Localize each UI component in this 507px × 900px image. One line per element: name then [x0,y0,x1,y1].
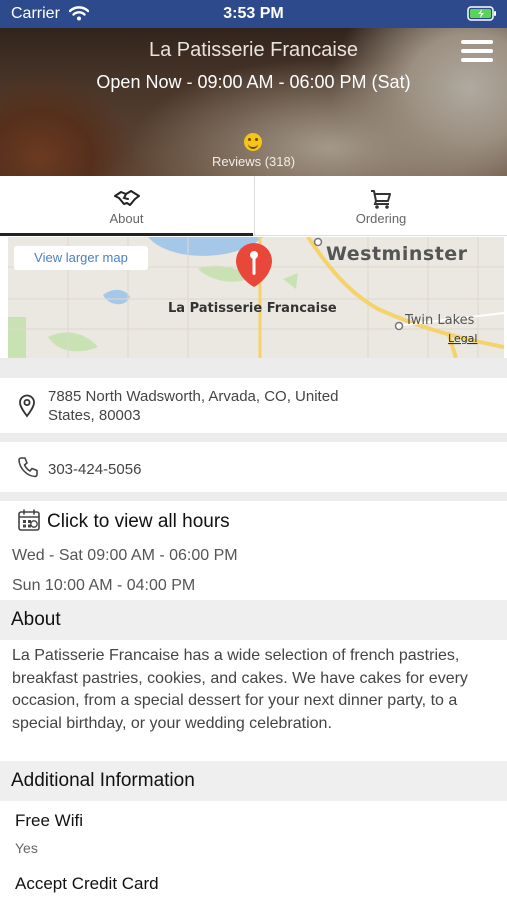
location-map[interactable]: Westminster La Patisserie Francaise Twin… [8,237,504,358]
about-heading: About [0,600,507,640]
hero-header: La Patisserie Francaise Open Now - 09:00… [0,28,507,176]
phone-icon [17,456,39,483]
tab-ordering[interactable]: Ordering [254,176,507,236]
hours-line-sunday: Sun 10:00 AM - 04:00 PM [12,577,196,594]
address-text: 7885 North Wadsworth, Arvada, CO, United… [48,388,339,424]
map-legal-link[interactable]: Legal [448,332,477,345]
view-all-hours-link[interactable]: Click to view all hours [47,511,230,533]
additional-info-heading: Additional Information [0,761,507,801]
tab-bar: About Ordering [0,176,507,236]
hours-line-weekday: Wed - Sat 09:00 AM - 06:00 PM [12,547,238,564]
view-larger-map-button[interactable]: View larger map [14,246,148,270]
calendar-icon [17,508,41,537]
reviews-link[interactable]: Reviews (318) [0,154,507,169]
hamburger-menu-icon[interactable] [461,40,493,62]
hours-section: Click to view all hours Wed - Sat 09:00 … [0,501,507,600]
battery-icon [467,6,497,26]
info-value-wifi: Yes [15,840,38,856]
phone-number: 303-424-5056 [48,461,142,478]
info-label-wifi: Free Wifi [15,811,83,830]
divider [0,433,507,442]
divider [0,358,507,378]
cart-icon [255,188,507,210]
map-label-twin-lakes: Twin Lakes [404,313,475,328]
smiley-icon [244,133,262,151]
map-label-place: La Patisserie Francaise [168,301,337,316]
tab-about-label: About [109,211,144,226]
map-label-westminster: Westminster [326,243,468,265]
tab-about[interactable]: About [0,176,253,236]
status-bar: Carrier 3:53 PM [0,0,507,28]
divider [0,492,507,501]
phone-row[interactable]: 303-424-5056 [0,442,507,492]
about-description: La Patisserie Francaise has a wide selec… [12,647,468,732]
tab-ordering-label: Ordering [355,211,407,226]
handshake-icon [0,188,253,210]
address-row[interactable]: 7885 North Wadsworth, Arvada, CO, United… [0,378,507,433]
clock: 3:53 PM [223,5,284,22]
location-pin-icon [17,394,37,423]
open-status: Open Now - 09:00 AM - 06:00 PM (Sat) [96,72,411,92]
info-label-credit-card: Accept Credit Card [15,874,159,893]
business-name: La Patisserie Francaise [149,39,358,61]
